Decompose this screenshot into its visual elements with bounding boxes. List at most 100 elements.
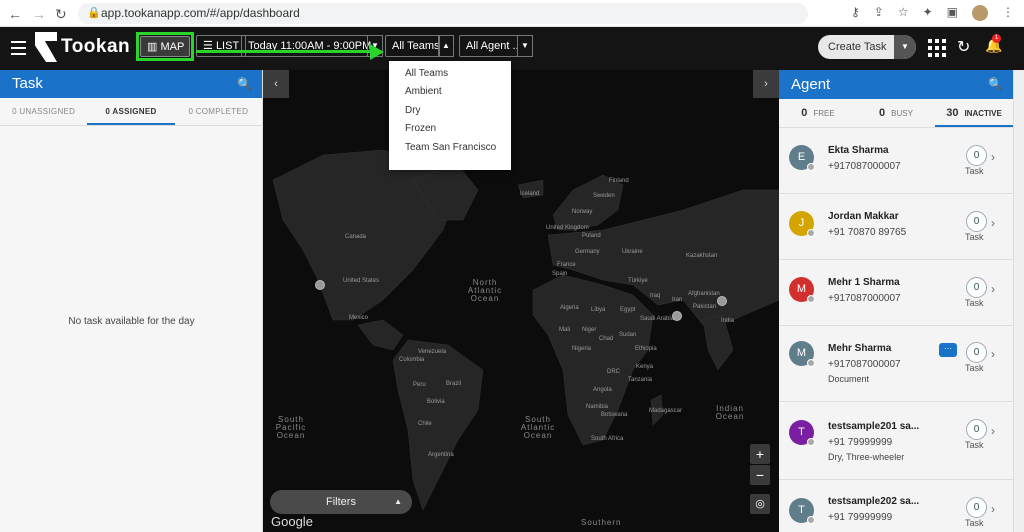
notification-badge: 1 [992, 34, 1001, 43]
zoom-out-button[interactable]: − [750, 465, 770, 485]
hamburger-icon[interactable] [11, 41, 26, 59]
agent-name: Mehr Sharma [828, 343, 892, 354]
team-option-frozen[interactable]: Frozen [405, 123, 436, 134]
apps-grid-icon[interactable] [928, 39, 946, 57]
agent-card[interactable]: T testsample202 sa... +91 79999999 0 Tas… [779, 480, 1013, 532]
address-bar[interactable]: 🔒 app.tookanapp.com/#/app/dashboard [78, 3, 808, 24]
tookan-logo-icon [35, 32, 57, 62]
agent-phone: +917087000007 [828, 293, 901, 304]
key-icon[interactable]: ⚷ [851, 5, 860, 23]
map-label-nigeria: Nigeria [572, 346, 592, 352]
map-label-united-states: United States [343, 278, 380, 284]
list-view-button[interactable]: ☰ LIST [196, 35, 247, 57]
forward-icon[interactable]: → [32, 6, 46, 22]
map-label-norway: Norway [572, 209, 593, 215]
agent-panel-title: Agent [791, 76, 831, 93]
agent-map-pin[interactable] [315, 280, 325, 290]
refresh-icon[interactable]: ↻ [957, 37, 970, 57]
map-label-venezuela: Venezuela [418, 349, 447, 355]
empty-task-message: No task available for the day [68, 316, 195, 327]
back-icon[interactable]: ← [8, 6, 22, 22]
map-label-afghanistan: Afghanistan [688, 291, 720, 297]
tab-assigned[interactable]: 0 ASSIGNED [87, 98, 175, 125]
tab-unassigned[interactable]: 0 UNASSIGNED [0, 98, 87, 125]
agent-task-count: 0 [966, 497, 987, 518]
agent-map-pin[interactable] [672, 311, 682, 321]
map-label-brazil: Brazil [446, 381, 462, 387]
annotation-arrow-line [196, 50, 372, 53]
create-task-button[interactable]: Create Task ▼ [818, 35, 916, 59]
tab-free-count: 0 [801, 107, 808, 119]
ocean-north-atlantic: North Atlantic Ocean [467, 278, 503, 303]
tab-completed[interactable]: 0 COMPLETED [175, 98, 262, 125]
map-label-mexico: Mexico [349, 315, 369, 321]
notification-bell-icon[interactable]: 🔔 1 [985, 34, 1002, 54]
team-option-ambient[interactable]: Ambient [405, 86, 442, 97]
map-label: MAP [160, 41, 185, 53]
agent-filter-button[interactable]: All Agent .. [459, 35, 518, 57]
sidebar-icon[interactable]: ▣ [947, 5, 958, 23]
agent-card[interactable]: T testsample201 sa... +91 79999999 Dry, … [779, 402, 1013, 480]
map-label-south-africa: South Africa [591, 436, 624, 442]
map-label-kenya: Kenya [636, 364, 654, 370]
browser-toolbar: ← → ↻ 🔒 app.tookanapp.com/#/app/dashboar… [0, 0, 1024, 27]
tab-busy[interactable]: 0 BUSY [857, 99, 935, 127]
team-option-dry[interactable]: Dry [405, 105, 421, 116]
team-option-san-francisco[interactable]: Team San Francisco [405, 142, 496, 153]
create-task-label: Create Task [828, 41, 887, 53]
agent-name: Mehr 1 Sharma [828, 277, 900, 288]
collapse-right-panel-icon[interactable]: › [753, 70, 779, 98]
menu-dots-icon[interactable]: ⋮ [1002, 5, 1014, 23]
map-label-iran: Iran [672, 297, 683, 303]
ocean-southern: Southern [581, 518, 622, 527]
page-scrollbar[interactable] [1013, 70, 1024, 532]
agent-phone: +917087000007 [828, 359, 901, 370]
filters-button[interactable]: Filters ▲ [270, 490, 412, 514]
share-icon[interactable]: ⇪ [874, 5, 884, 23]
extensions-icon[interactable]: ✦ [923, 5, 933, 23]
map-label-spain: Spain [552, 271, 568, 277]
team-filter-button[interactable]: All Teams [385, 35, 440, 57]
map-label-egypt: Egypt [620, 307, 636, 313]
agent-phone: +91 70870 89765 [828, 227, 907, 238]
search-icon[interactable]: 🔍 [988, 70, 1003, 99]
star-icon[interactable]: ☆ [898, 5, 909, 23]
agent-card[interactable]: M Mehr Sharma +917087000007 Document ···… [779, 326, 1013, 402]
reload-icon[interactable]: ↻ [55, 6, 67, 23]
agent-task-label: Task [965, 166, 984, 176]
agent-card[interactable]: E Ekta Sharma +917087000007 0 Task › [779, 128, 1013, 194]
map-label-poland: Poland [582, 233, 601, 239]
agent-card[interactable]: M Mehr 1 Sharma +917087000007 0 Task › [779, 260, 1013, 326]
tab-free-label: FREE [813, 109, 835, 118]
map-label-ethiopia: Ethiopia [635, 346, 657, 352]
team-option-all[interactable]: All Teams [405, 68, 448, 79]
agent-initial: E [797, 151, 806, 163]
agent-card[interactable]: J Jordan Makkar +91 70870 89765 0 Task › [779, 194, 1013, 260]
map-label-united-kingdom: United Kingdom [546, 225, 589, 231]
annotation-arrow-head [370, 44, 384, 60]
create-task-dropdown-icon[interactable]: ▼ [894, 35, 916, 59]
search-icon[interactable]: 🔍 [237, 70, 252, 98]
tab-free[interactable]: 0 FREE [779, 99, 857, 127]
map-label-drc: DRC [607, 369, 620, 375]
map-view[interactable]: Canada United States Mexico Venezuela Co… [263, 70, 779, 532]
profile-avatar[interactable] [972, 5, 988, 21]
agent-task-count: 0 [966, 342, 987, 363]
zoom-in-button[interactable]: + [750, 444, 770, 464]
agent-map-pin[interactable] [717, 296, 727, 306]
lock-icon: 🔒 [87, 7, 101, 19]
agent-task-label: Task [965, 232, 984, 242]
team-filter-toggle-icon[interactable]: ▲ [438, 35, 454, 57]
agent-task-label: Task [965, 518, 984, 528]
map-label-sweden: Sweden [593, 193, 615, 199]
collapse-left-panel-icon[interactable]: ‹ [263, 70, 289, 98]
tab-inactive[interactable]: 30 INACTIVE [935, 99, 1013, 127]
chevron-right-icon: › [991, 150, 995, 164]
tab-inactive-label: INACTIVE [964, 109, 1002, 118]
date-range-button[interactable]: Today 11:00AM - 9:00PM [241, 35, 371, 57]
chat-icon[interactable]: ··· [939, 343, 957, 357]
agent-filter-dropdown-icon[interactable]: ▼ [517, 35, 533, 57]
map-view-button[interactable]: ▥ MAP [140, 36, 190, 57]
chevron-right-icon: › [991, 424, 995, 438]
my-location-icon[interactable]: ◎ [750, 494, 770, 514]
